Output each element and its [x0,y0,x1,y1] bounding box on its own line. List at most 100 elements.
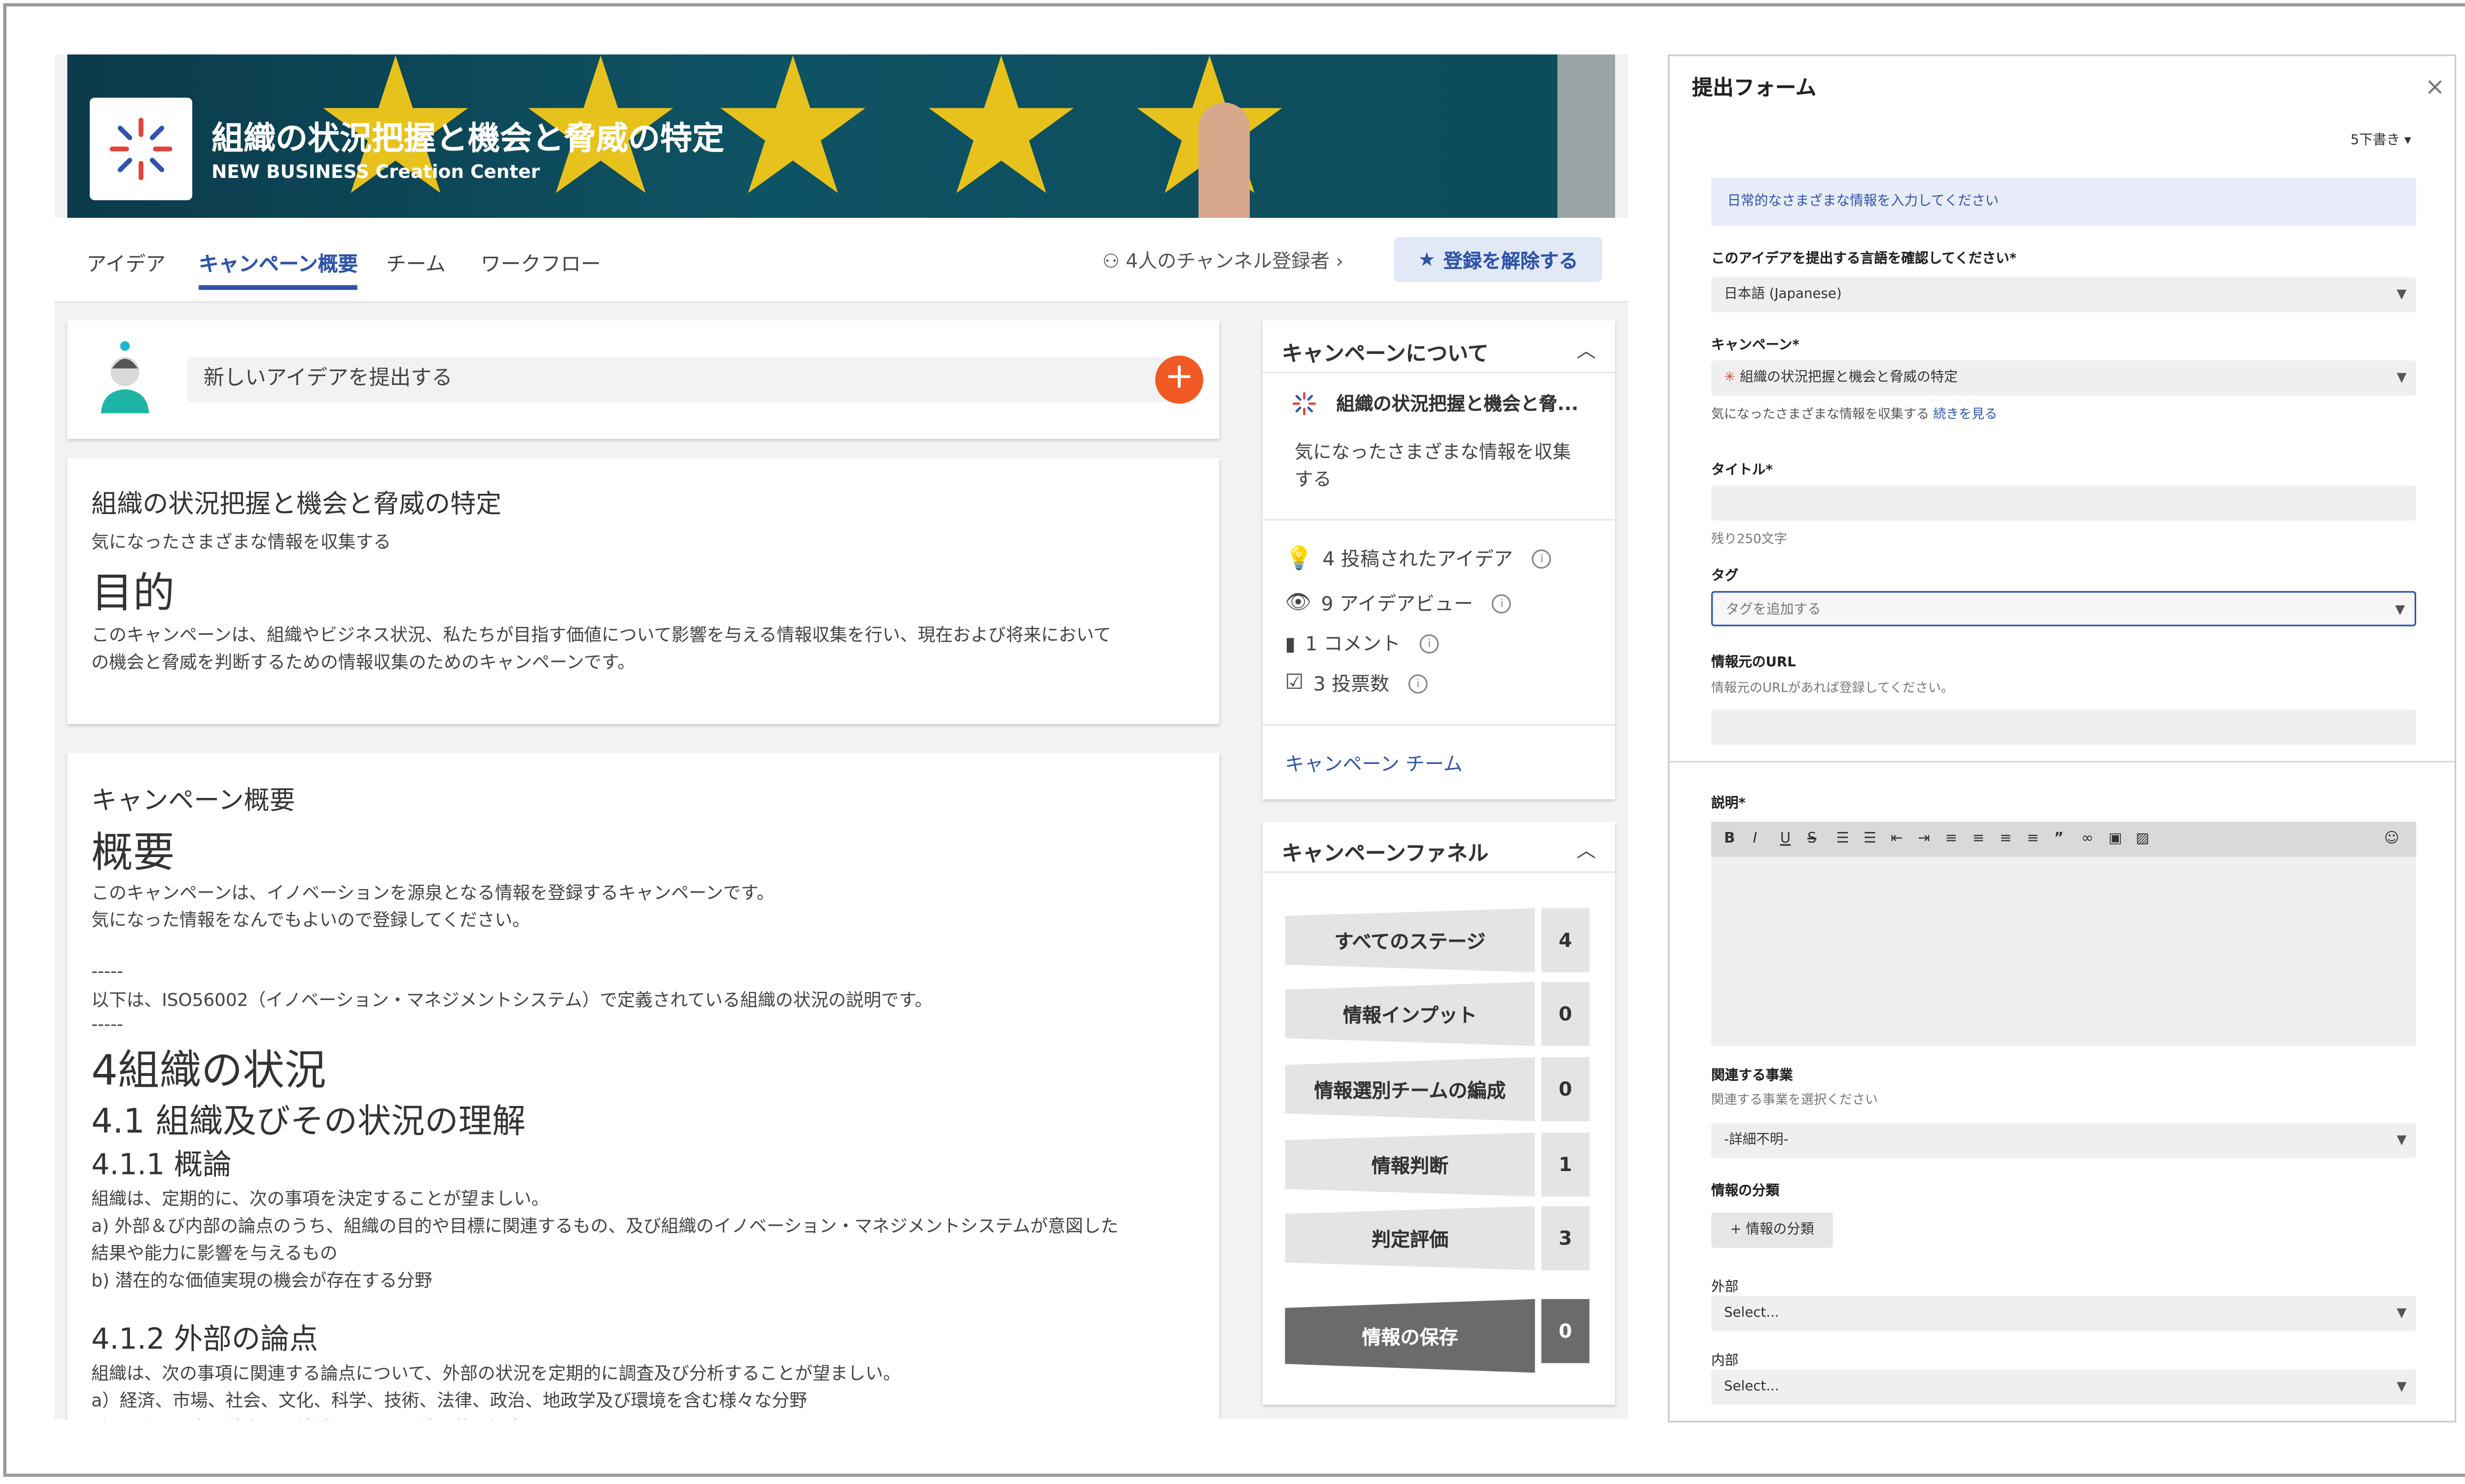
window-frame: ★ ★ ★ ★ ★ [3,3,2465,1477]
emoji-icon[interactable]: ☺ [2384,822,2399,857]
info-icon[interactable]: i [1409,673,1428,693]
language-label: このアイデアを提出する言語を確認してください* [1711,251,2017,268]
tab-campaign-overview[interactable]: キャンペーン概要 [199,247,359,290]
funnel-stage-input[interactable]: 情報インプット [1285,982,1535,1046]
bold-icon[interactable]: B [1724,822,1735,857]
numbered-list-icon[interactable]: ☰ [1864,822,1876,857]
campaign-banner: ★ ★ ★ ★ ★ [67,54,1615,218]
funnel-stage-count: 3 [1541,1206,1589,1271]
drafts-dropdown[interactable]: 5下書き ▾ [2351,130,2411,149]
overview-paragraph: a）経済、市場、社会、文化、科学、技術、法律、政治、地政学及び環境を含む様々な分… [91,1390,808,1412]
overview-card-title: キャンペーン概要 [91,785,295,816]
add-idea-button[interactable]: + [1155,355,1203,404]
user-avatar-icon [101,341,149,414]
tab-workflow[interactable]: ワークフロー [481,247,601,277]
funnel-title: キャンペーンファネル [1282,842,1489,867]
new-idea-input[interactable]: 新しいアイデアを提出する [187,357,1191,402]
indent-icon[interactable]: ⇥ [1918,822,1930,857]
stat-comments: ▮ 1 コメント i [1285,629,1439,656]
campaign-logo-icon [1292,392,1316,415]
image-icon[interactable]: ▨ [2136,822,2149,857]
info-icon[interactable]: i [1492,593,1512,613]
tab-ideas[interactable]: アイデア [87,247,166,277]
campaign-hint: 気になったさまざまな情報を収集する 続きを見る [1711,405,1997,423]
info-icon[interactable]: i [1532,549,1551,568]
title-hint: 残り250文字 [1711,532,1787,547]
add-category-button[interactable]: + 情報の分類 [1711,1212,1833,1248]
underline-icon[interactable]: U [1780,822,1791,857]
funnel-stage-count: 4 [1541,908,1589,972]
plus-icon: + [1164,357,1194,397]
overview-paragraph: 組織は、次の事項に関連する論点について、外部の状況を定期的に調査及び分析すること… [91,1363,901,1384]
business-value: -詳細不明- [1724,1132,1789,1149]
section-heading-4-1: 4.1 組織及びその状況の理解 [91,1102,526,1140]
subscribers-link[interactable]: ⚇ 4人のチャンネル登録者 › [1102,247,1343,274]
stat-votes: ☑ 3 投票数 i [1285,670,1428,697]
link-icon[interactable]: ∞ [2081,822,2093,857]
overview-paragraph: b) 潜在的な価値実現の機会が存在する分野 [91,1270,432,1291]
external-value: Select... [1724,1305,1779,1322]
business-hint: 関連する事業を選択ください [1711,1092,1878,1107]
overview-paragraph: 以下は、ISO56002（イノベーション・マネジメントシステム）で定義されている… [91,990,933,1011]
divider [1263,724,1615,726]
title-input[interactable] [1711,485,2416,521]
media-icon[interactable]: ▣ [2109,822,2122,857]
info-icon[interactable]: i [1419,633,1439,653]
internal-select[interactable]: Select... ▼ [1711,1369,2416,1405]
bullet-list-icon[interactable]: ☰ [1836,822,1849,857]
strikethrough-icon[interactable]: S [1807,822,1817,857]
quote-icon[interactable]: ” [2054,822,2064,857]
align-right-icon[interactable]: ≡ [2000,822,2012,857]
sunburst-logo-icon [109,117,173,180]
funnel-stage-evaluation[interactable]: 判定評価 [1285,1206,1535,1271]
checkbox-icon: ☑ [1285,671,1304,695]
chevron-up-icon[interactable]: ︿ [1577,836,1596,863]
purpose-heading: 目的 [91,570,175,619]
form-title: 提出フォーム [1692,77,1817,101]
section-heading-4-1-2: 4.1.2 外部の論点 [91,1323,318,1357]
purpose-body-line: このキャンペーンは、組織やビジネス状況、私たちが目指す価値について影響を与える情… [91,624,1111,646]
external-select[interactable]: Select... ▼ [1711,1296,2416,1331]
align-center-icon[interactable]: ≡ [1972,822,1985,857]
description-editor[interactable] [1711,857,2416,1046]
overview-paragraph: このキャンペーンは、イノベーションを源泉となる情報を登録するキャンペーンです。 [91,882,775,903]
organization-name: NEW BUSINESS Creation Center [211,160,540,183]
overview-paragraph: b）国際、国家、地方又は地域を問わず、地理的な観点 [91,1415,524,1419]
read-more-link[interactable]: 続きを見る [1933,407,1997,421]
tab-team[interactable]: チーム [386,247,446,277]
funnel-stage-save[interactable]: 情報の保存 [1285,1299,1535,1373]
category-label: 情報の分類 [1711,1183,1780,1200]
stat-ideas: 💡 4 投稿されたアイデア i [1285,545,1551,572]
divider [1263,519,1615,521]
tag-input[interactable]: タグを追加する ▼ [1711,591,2416,626]
campaign-hint-text: 気になったさまざまな情報を収集する [1711,407,1929,421]
caret-down-icon: ▼ [2396,1379,2407,1394]
purpose-body-line: の機会と脅威を判断するための情報収集のためのキャンペーンです。 [91,652,635,673]
purpose-card-subtitle: 気になったさまざまな情報を収集する [91,532,391,553]
campaign-logo-icon: ✳ [1724,370,1736,386]
about-campaign-card: キャンペーンについて ︿ 組織の状況把握と機会と脅... 気になったさまざまな情… [1263,320,1615,799]
funnel-stage-team[interactable]: 情報選別チームの編成 [1285,1057,1535,1121]
external-label: 外部 [1711,1279,1739,1296]
business-select[interactable]: -詳細不明- ▼ [1711,1123,2416,1158]
new-idea-card: 新しいアイデアを提出する + [67,320,1220,439]
stat-views-label: 9 アイデアビュー [1321,592,1473,616]
align-left-icon[interactable]: ≡ [1945,822,1958,857]
language-select[interactable]: 日本語 (Japanese) ▼ [1711,277,2416,312]
campaign-select[interactable]: ✳ 組織の状況把握と機会と脅威の特定 ▼ [1711,360,2416,396]
stat-ideas-label: 4 投稿されたアイデア [1322,548,1513,571]
chevron-up-icon[interactable]: ︿ [1577,337,1596,364]
divider [1669,760,2455,762]
funnel-stage-all[interactable]: すべてのステージ [1285,908,1535,972]
tag-label: タグ [1711,568,1739,585]
about-campaign-name[interactable]: 組織の状況把握と機会と脅... [1337,391,1579,416]
funnel-stage-judgement[interactable]: 情報判断 [1285,1132,1535,1197]
source-url-input[interactable] [1711,709,2416,745]
close-icon[interactable]: × [2425,72,2445,101]
outdent-icon[interactable]: ⇤ [1891,822,1903,857]
unsubscribe-button[interactable]: ★ 登録を解除する [1394,237,1602,282]
justify-icon[interactable]: ≡ [2027,822,2039,857]
campaign-team-link[interactable]: キャンペーン チーム [1285,750,1463,777]
section-heading-4-1-1: 4.1.1 概論 [91,1148,232,1182]
italic-icon[interactable]: I [1753,822,1758,857]
